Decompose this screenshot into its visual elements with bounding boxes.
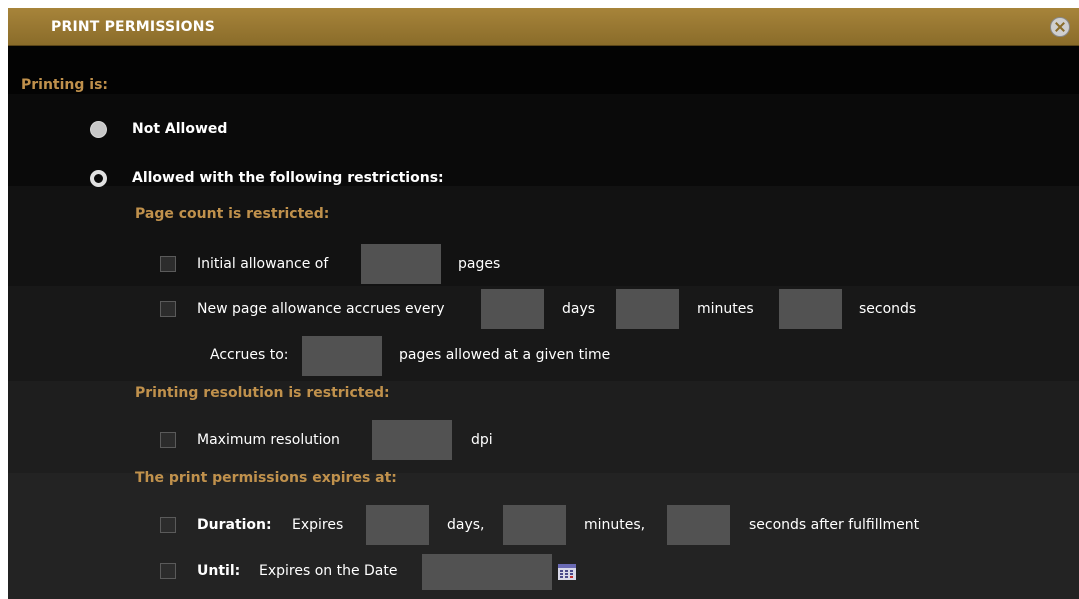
max-resolution-label: Maximum resolution [197,432,340,448]
accrual-checkbox[interactable] [160,301,176,317]
close-icon[interactable] [1050,17,1070,37]
duration-seconds-unit: seconds after fulfillment [749,517,920,533]
duration-minutes-unit: minutes, [584,517,646,533]
accrual-minutes-unit: minutes [697,301,754,317]
until-date-input[interactable] [422,554,552,590]
accrual-seconds-input[interactable] [779,289,842,329]
duration-days-unit: days, [447,517,485,533]
duration-checkbox[interactable] [160,517,176,533]
not-allowed-radio[interactable] [90,121,107,138]
max-resolution-input[interactable] [372,420,452,460]
duration-minutes-input[interactable] [503,505,566,545]
duration-label: Duration: [197,517,272,533]
band [8,46,1079,94]
allowed-label[interactable]: Allowed with the following restrictions: [132,170,444,186]
max-resolution-checkbox[interactable] [160,432,176,448]
resolution-heading: Printing resolution is restricted: [135,385,390,401]
accrues-to-input[interactable] [302,336,382,376]
max-resolution-unit: dpi [471,432,493,448]
initial-allowance-unit: pages [458,256,501,272]
accrues-to-label: Accrues to: [210,347,289,363]
accrual-minutes-input[interactable] [616,289,679,329]
initial-allowance-input[interactable] [361,244,441,284]
accrual-label: New page allowance accrues every [197,301,445,317]
title-bar: PRINT PERMISSIONS [8,8,1079,46]
initial-allowance-checkbox[interactable] [160,256,176,272]
accrues-to-unit: pages allowed at a given time [399,347,611,363]
dialog-title: PRINT PERMISSIONS [51,19,215,35]
allowed-radio[interactable] [90,170,107,187]
calendar-icon[interactable] [558,564,576,580]
duration-seconds-input[interactable] [667,505,730,545]
accrual-days-input[interactable] [481,289,544,329]
expiry-heading: The print permissions expires at: [135,470,397,486]
accrual-days-unit: days [562,301,596,317]
until-date-label: Expires on the Date [259,563,398,579]
not-allowed-label[interactable]: Not Allowed [132,121,227,137]
duration-days-input[interactable] [366,505,429,545]
page-count-heading: Page count is restricted: [135,206,330,222]
until-checkbox[interactable] [160,563,176,579]
accrual-seconds-unit: seconds [859,301,917,317]
until-label: Until: [197,563,241,579]
duration-expires-label: Expires [292,517,344,533]
printing-label: Printing is: [21,77,109,93]
initial-allowance-label: Initial allowance of [197,256,329,272]
print-permissions-dialog: PRINT PERMISSIONS Printing is: Not Allow… [8,8,1079,599]
